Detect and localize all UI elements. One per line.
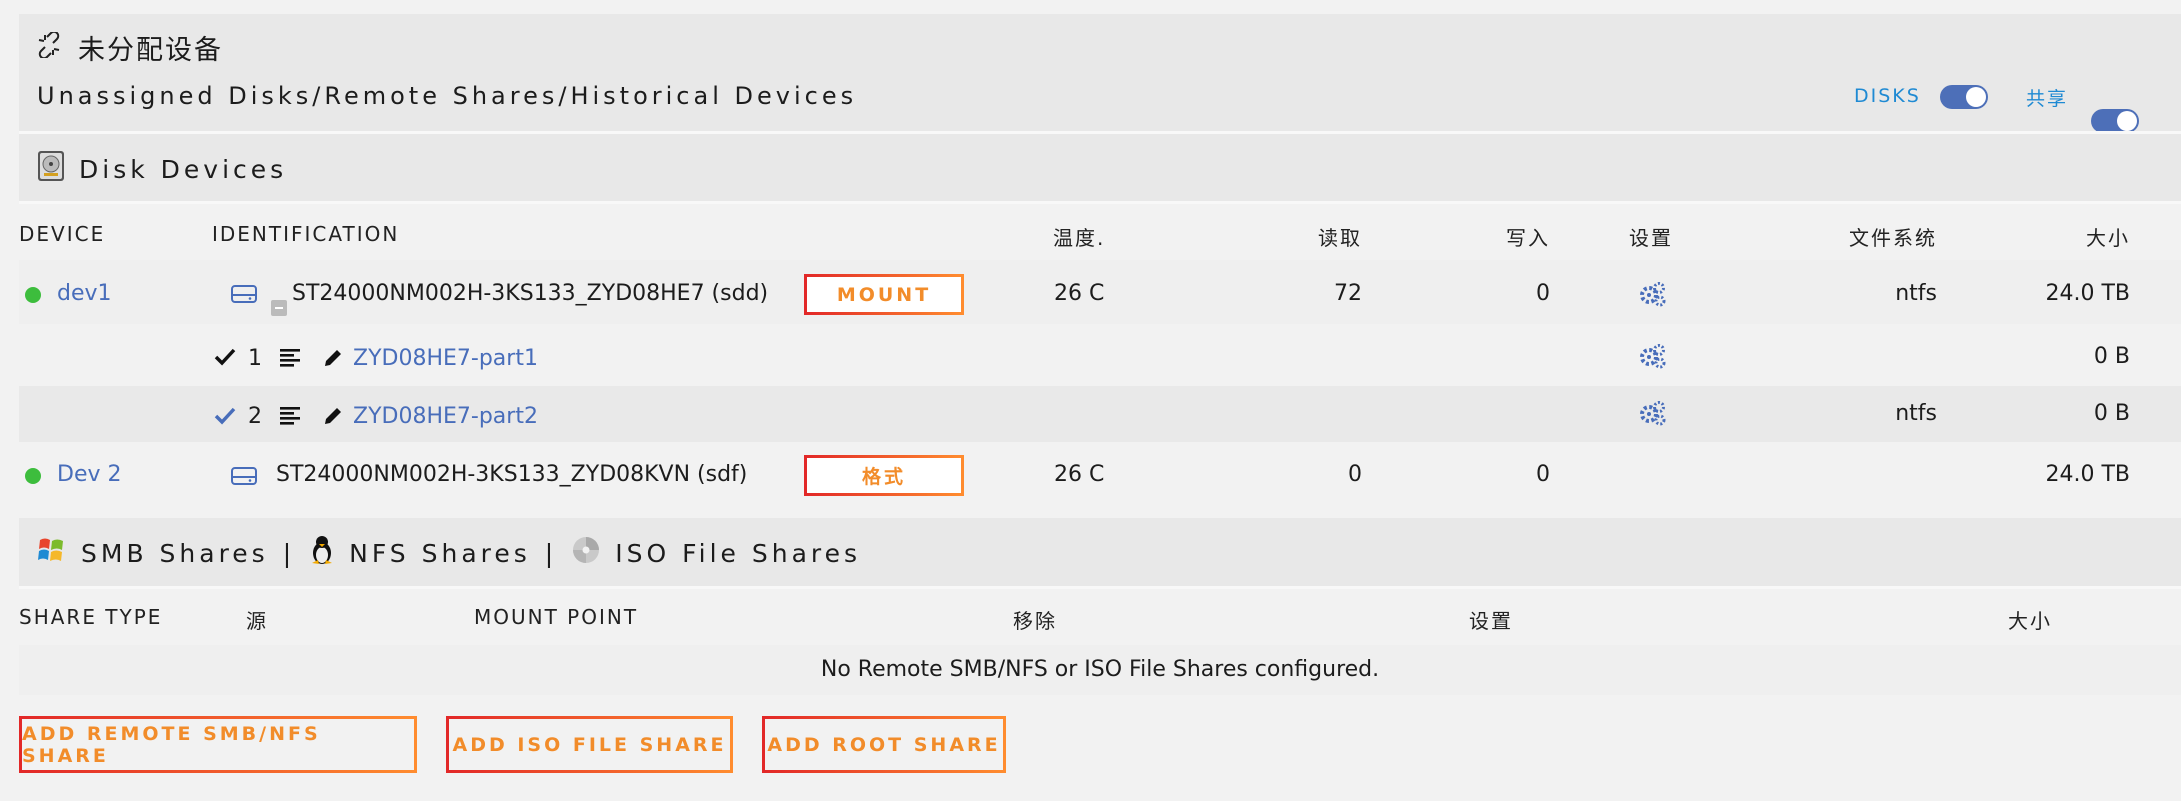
- partition-link[interactable]: ZYD08HE7-part2: [353, 404, 538, 429]
- status-online-dot: [25, 287, 41, 303]
- nfs-title: NFS Shares: [349, 538, 531, 568]
- drive-icon: [230, 283, 258, 309]
- status-online-dot: [25, 468, 41, 484]
- device-link[interactable]: Dev 2: [57, 462, 122, 487]
- windows-icon: [37, 536, 67, 570]
- page-subtitle: Unassigned Disks/Remote Shares/Historica…: [37, 82, 858, 110]
- pencil-icon[interactable]: [322, 347, 344, 373]
- size-value: 0 B: [2093, 344, 2130, 369]
- disk-section-title-text: Disk Devices: [79, 154, 288, 184]
- shares-toggle[interactable]: [2091, 109, 2139, 133]
- check-icon: [213, 406, 237, 430]
- disk-section-title: Disk Devices: [37, 150, 287, 188]
- col-remove: 移除: [1013, 609, 1057, 633]
- linux-icon: [309, 535, 335, 571]
- check-icon: [213, 347, 237, 371]
- read-value: 72: [1334, 281, 1362, 306]
- smb-title: SMB Shares: [81, 538, 269, 568]
- col-identification: IDENTIFICATION: [212, 222, 400, 246]
- shares-toggle-label: 共享: [2026, 88, 2069, 110]
- share-section-title: SMB Shares | NFS Shares | ISO File Share…: [37, 535, 861, 571]
- divider: [19, 586, 2181, 589]
- write-value: 0: [1536, 462, 1550, 487]
- page-title: 未分配设备: [78, 35, 223, 66]
- disk-identification: ST24000NM002H-3KS133_ZYD08HE7 (sdd): [292, 281, 769, 306]
- partition-number: 1: [248, 346, 262, 371]
- col-mount-point: MOUNT POINT: [474, 605, 639, 629]
- size-value: 0 B: [2093, 401, 2130, 426]
- add-iso-share-button[interactable]: ADD ISO FILE SHARE: [446, 716, 733, 773]
- title-separator: |: [282, 538, 296, 568]
- add-remote-share-button[interactable]: ADD REMOTE SMB/NFS SHARE: [19, 716, 417, 773]
- read-value: 0: [1348, 462, 1362, 487]
- gears-icon[interactable]: [1638, 343, 1666, 373]
- fs-value: ntfs: [1895, 401, 1937, 426]
- col-share-type: SHARE TYPE: [19, 605, 163, 629]
- disks-toggle-label: DISKS: [1854, 85, 1921, 107]
- gears-icon[interactable]: [1638, 400, 1666, 430]
- col-share-settings: 设置: [1469, 609, 1513, 633]
- partition-link[interactable]: ZYD08HE7-part1: [353, 346, 538, 371]
- col-write: 写入: [1506, 226, 1550, 250]
- device-link[interactable]: dev1: [57, 281, 112, 306]
- format-button[interactable]: 格式: [804, 455, 964, 496]
- align-left-icon[interactable]: [279, 347, 303, 371]
- collapse-icon[interactable]: [271, 300, 287, 316]
- gears-icon[interactable]: [1638, 281, 1666, 311]
- pencil-icon[interactable]: [322, 405, 344, 431]
- col-share-size: 大小: [2008, 609, 2052, 633]
- col-fs: 文件系统: [1849, 226, 1937, 250]
- size-value: 24.0 TB: [2045, 462, 2130, 487]
- col-settings: 设置: [1629, 226, 1673, 250]
- disc-icon: [571, 535, 601, 571]
- col-temp: 温度.: [1053, 226, 1106, 250]
- col-size: 大小: [2086, 226, 2130, 250]
- size-value: 24.0 TB: [2045, 281, 2130, 306]
- iso-title: ISO File Shares: [615, 538, 862, 568]
- disk-identification: ST24000NM002H-3KS133_ZYD08KVN (sdf): [276, 462, 748, 487]
- divider: [19, 201, 2181, 204]
- drive-icon: [230, 465, 258, 491]
- partition-number: 2: [248, 404, 262, 429]
- temp-value: 26 C: [1054, 281, 1105, 306]
- mount-button[interactable]: MOUNT: [804, 274, 964, 315]
- add-root-share-button[interactable]: ADD ROOT SHARE: [762, 716, 1006, 773]
- hard-disk-icon: [37, 150, 65, 188]
- disks-toggle[interactable]: [1940, 85, 1988, 109]
- col-device: DEVICE: [19, 222, 106, 246]
- disk-section-bar: [19, 134, 2181, 201]
- unlink-icon: [36, 30, 62, 62]
- col-read: 读取: [1318, 226, 1362, 250]
- col-source: 源: [246, 609, 268, 633]
- header-bar: [19, 14, 2181, 131]
- empty-message: No Remote SMB/NFS or ISO File Shares con…: [820, 657, 1380, 682]
- temp-value: 26 C: [1054, 462, 1105, 487]
- write-value: 0: [1536, 281, 1550, 306]
- title-separator: |: [544, 538, 558, 568]
- fs-value: ntfs: [1895, 281, 1937, 306]
- align-left-icon[interactable]: [279, 405, 303, 429]
